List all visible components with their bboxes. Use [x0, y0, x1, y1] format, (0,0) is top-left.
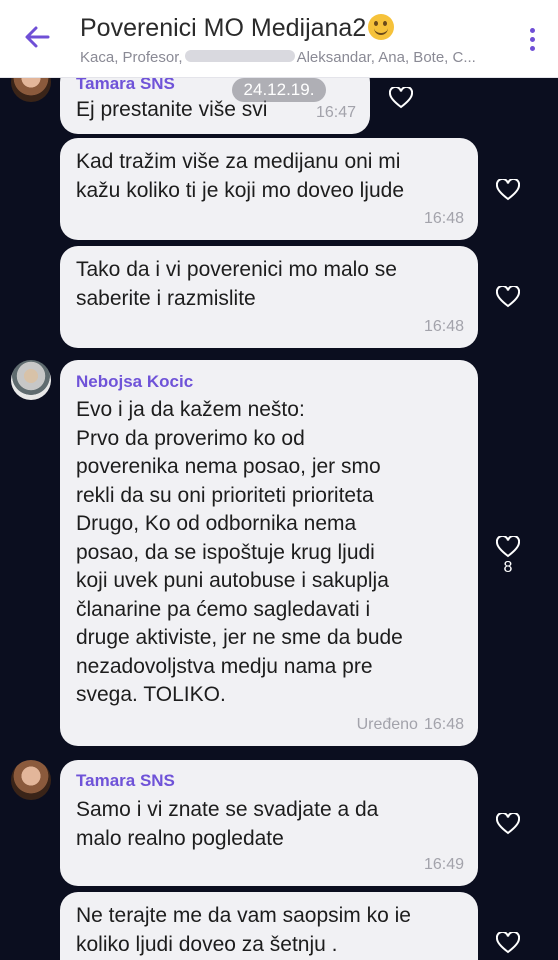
message-time: 16:48 — [423, 318, 464, 335]
message-time: 16:47 — [315, 104, 356, 121]
message-time: Uređeno 16:48 — [356, 716, 464, 733]
heart-icon[interactable] — [496, 536, 520, 558]
sender-name: Tamara SNS — [76, 771, 175, 790]
chat-title[interactable]: Poverenici MO Medijana2 — [80, 14, 395, 43]
smiling-face-icon — [368, 14, 395, 40]
message-time: 16:48 — [423, 210, 464, 227]
message-text: Kad tražim više za medijanu oni mi kažu … — [76, 150, 405, 202]
heart-icon[interactable] — [389, 87, 413, 109]
avatar[interactable] — [11, 760, 51, 800]
heart-icon[interactable] — [496, 286, 520, 308]
like-count: 8 — [503, 559, 513, 576]
message-bubble[interactable]: Nebojsa Kocic Evo i ja da kažem nešto: P… — [60, 360, 478, 746]
message-text: Evo i ja da kažem nešto: Prvo da proveri… — [76, 398, 403, 706]
heart-icon[interactable] — [496, 179, 520, 201]
message-text: Tako da i vi poverenici mo malo se saber… — [76, 258, 397, 310]
message-text: Samo i vi znate se svadjate a da malo re… — [76, 798, 379, 850]
message-bubble[interactable]: Ne terajte me da vam saopsim ko ie kolik… — [60, 892, 478, 960]
message-time: 16:49 — [423, 856, 464, 873]
message-text: Ne terajte me da vam saopsim ko ie kolik… — [76, 904, 411, 956]
more-options-icon[interactable] — [530, 28, 536, 54]
edited-label: Uređeno — [356, 716, 418, 733]
heart-icon[interactable] — [496, 932, 520, 954]
message-bubble[interactable]: Tako da i vi poverenici mo malo se saber… — [60, 246, 478, 348]
message-bubble[interactable]: Kad tražim više za medijanu oni mi kažu … — [60, 138, 478, 240]
sender-name: Nebojsa Kocic — [76, 372, 194, 391]
heart-icon[interactable] — [496, 813, 520, 835]
date-separator: 24.12.19. — [232, 78, 326, 102]
chat-header: Poverenici MO Medijana2 Kaca, Profesor, A… — [0, 0, 558, 78]
redacted-name — [184, 50, 295, 62]
chat-title-text: Poverenici MO Medijana2 — [80, 14, 367, 42]
avatar[interactable] — [11, 360, 51, 400]
back-arrow-icon[interactable] — [22, 22, 52, 52]
message-bubble[interactable]: Tamara SNS Samo i vi znate se svadjate a… — [60, 760, 478, 886]
participants-list[interactable]: Kaca, Profesor, Aleksandar, Ana, Bote, C.… — [80, 49, 520, 66]
